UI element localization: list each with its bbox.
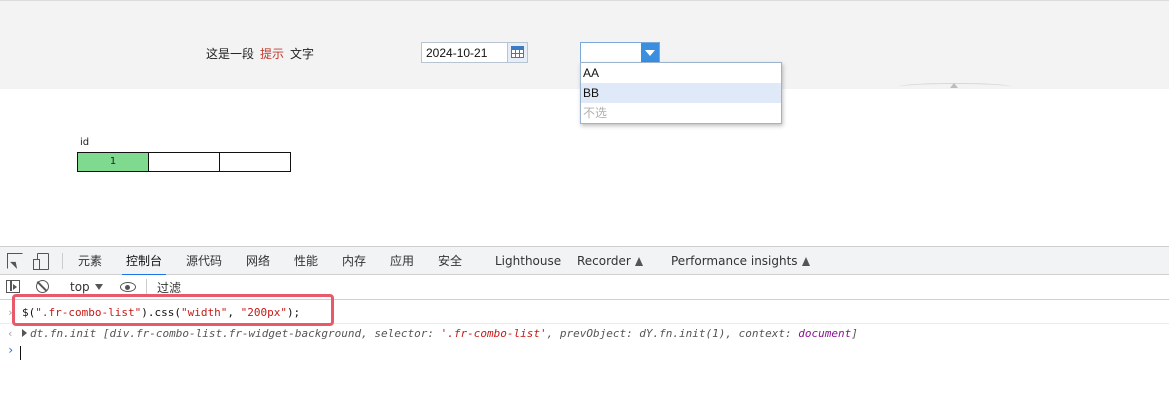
divider [62, 253, 63, 269]
tab-recorder-label: Recorder [577, 254, 631, 268]
inspect-icon[interactable] [7, 253, 23, 269]
date-trigger-button[interactable] [507, 43, 527, 62]
code-token: context: [738, 327, 799, 340]
tab-application[interactable]: 应用 [390, 247, 414, 275]
code-token: dt.fn.init [ [30, 327, 110, 340]
combo-option-bb[interactable]: BB [581, 83, 781, 103]
code-token: div.fr-combo-list.fr-widget-background, [109, 327, 375, 340]
code-token: , prevObject: dY.fn.init(1), [546, 327, 739, 340]
date-picker[interactable]: 2024-10-21 [421, 42, 528, 63]
tab-memory[interactable]: 内存 [342, 247, 366, 275]
tab-recorder[interactable]: Recorder [577, 247, 643, 275]
column-header: id [80, 137, 90, 148]
tab-lighthouse[interactable]: Lighthouse [495, 247, 561, 275]
result-text[interactable]: dt.fn.init [div.fr-combo-list.fr-widget-… [22, 324, 858, 344]
tab-security[interactable]: 安全 [438, 247, 462, 275]
code-token: selector: [374, 327, 441, 340]
devtools-tabbar: 元素 控制台 源代码 网络 性能 内存 应用 安全 Lighthouse Rec… [0, 247, 1169, 276]
hint-suffix: 文字 [290, 47, 315, 61]
context-value: top [70, 280, 90, 294]
report-row: 1 [77, 152, 291, 172]
context-select[interactable]: top [70, 280, 103, 294]
tab-sources[interactable]: 源代码 [186, 247, 222, 275]
table-cell[interactable] [148, 152, 220, 172]
clear-console-icon[interactable] [36, 280, 49, 293]
prompt-chevron-icon: › [7, 343, 15, 357]
flask-icon [801, 257, 810, 266]
code-token: ] [851, 327, 858, 340]
console-input-caret[interactable] [20, 346, 21, 360]
sidebar-toggle-icon[interactable] [6, 280, 20, 293]
combo-box[interactable] [580, 42, 660, 63]
combo-list: AA BB 不选 [580, 62, 782, 124]
combo-option-none[interactable]: 不选 [581, 103, 781, 123]
collapse-toggle[interactable] [898, 81, 1012, 91]
table-cell[interactable] [219, 152, 291, 172]
annotation-highlight [12, 294, 334, 326]
date-value[interactable]: 2024-10-21 [426, 46, 487, 60]
code-keyword: document [798, 327, 852, 340]
caret-down-icon [94, 284, 103, 290]
device-toolbar-icon[interactable] [33, 253, 49, 270]
combo-option-aa[interactable]: AA [581, 63, 781, 83]
eye-icon[interactable] [120, 282, 136, 292]
code-string: '.fr-combo-list' [440, 327, 547, 340]
table-cell[interactable]: 1 [77, 152, 149, 172]
tab-performance[interactable]: 性能 [294, 247, 318, 275]
hint-highlight: 提示 [260, 47, 285, 61]
devtools-panel: 元素 控制台 源代码 网络 性能 内存 应用 安全 Lighthouse Rec… [0, 246, 1169, 414]
flask-icon [634, 257, 643, 266]
chevron-left-icon: ‹ [7, 327, 14, 340]
tab-elements[interactable]: 元素 [78, 247, 102, 275]
hint-prefix: 这是一段 [206, 47, 255, 61]
tab-performance-insights-label: Performance insights [671, 254, 798, 268]
hint-label: 这是一段 提示 文字 [206, 45, 314, 62]
tab-console[interactable]: 控制台 [121, 247, 167, 276]
tab-performance-insights[interactable]: Performance insights [671, 247, 810, 275]
console-result-line: ‹ dt.fn.init [div.fr-combo-list.fr-widge… [0, 323, 1169, 343]
expand-triangle-icon[interactable] [22, 329, 27, 337]
chevron-down-icon[interactable] [641, 43, 659, 62]
calendar-icon[interactable] [511, 46, 524, 58]
tab-network[interactable]: 网络 [246, 247, 270, 275]
